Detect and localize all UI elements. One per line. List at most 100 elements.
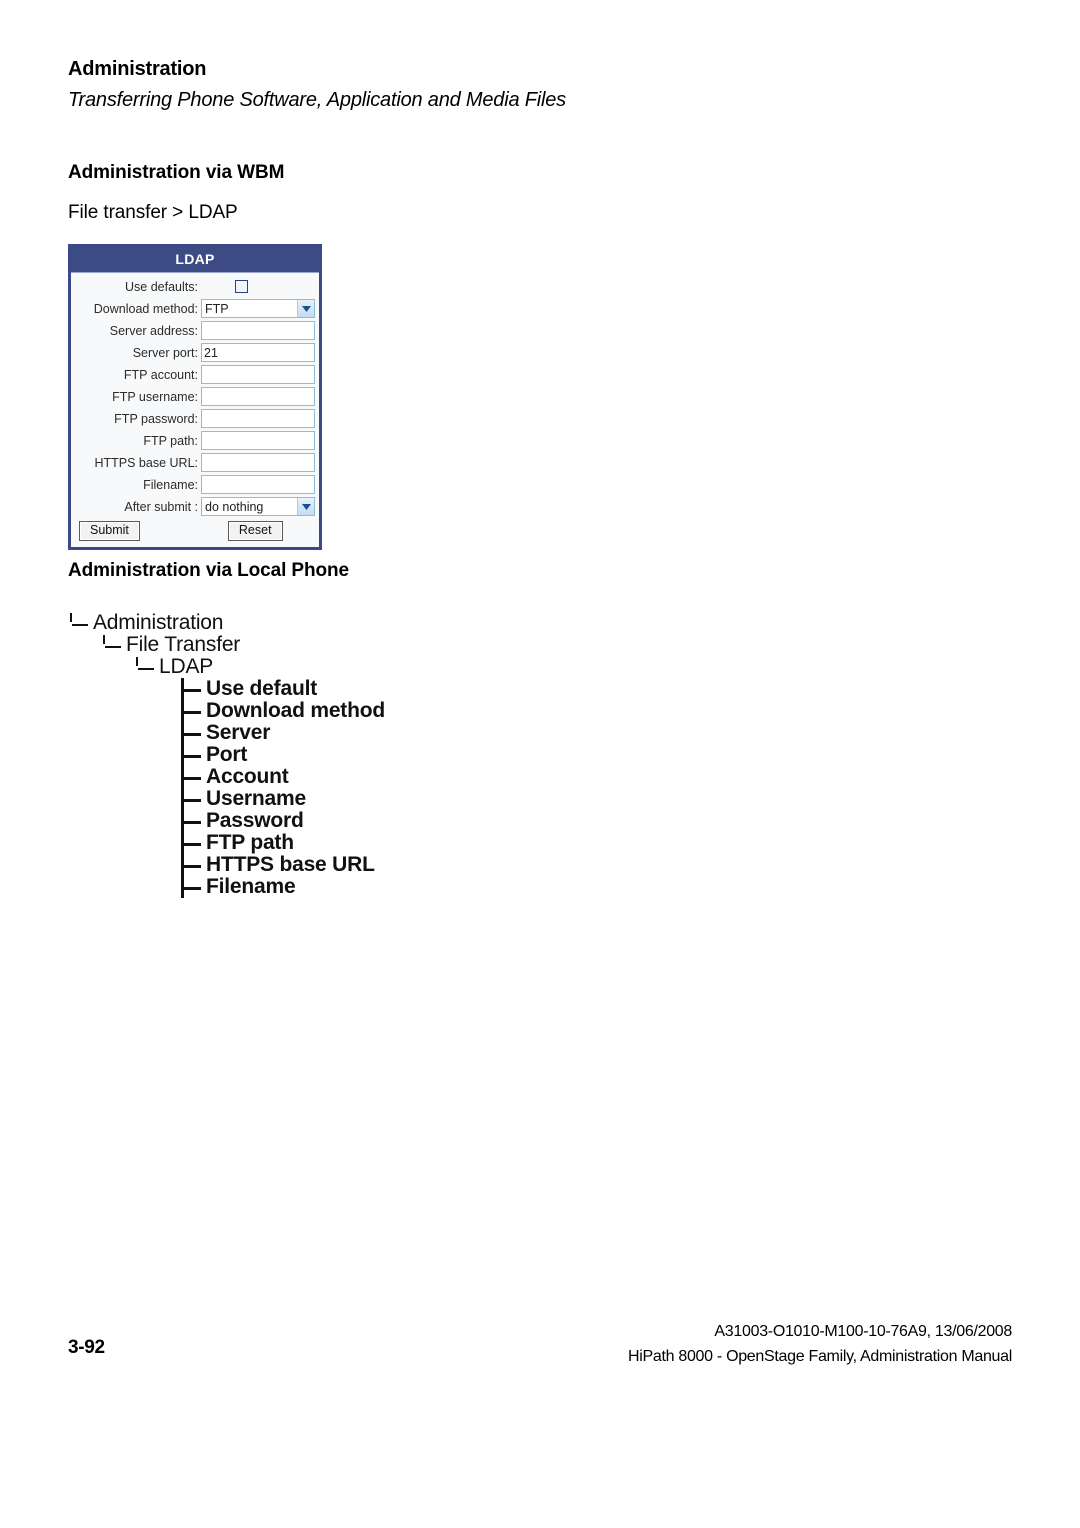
form-row: Filename: xyxy=(75,474,315,495)
local-phone-menu-tree: Administration File Transfer LDAP Use defau… xyxy=(70,612,385,898)
field-control: do nothing xyxy=(201,497,315,516)
form-row: After submit : do nothing xyxy=(75,496,315,517)
input-server-address[interactable] xyxy=(201,321,315,340)
tree-item-label: Use default xyxy=(206,677,317,700)
select-value: do nothing xyxy=(205,499,264,514)
tree-item-label: Server xyxy=(206,721,271,744)
tree-item[interactable]: LDAP xyxy=(70,656,385,678)
tree-dash xyxy=(184,689,201,692)
reset-button[interactable]: Reset xyxy=(227,521,283,541)
submit-button[interactable]: Submit xyxy=(79,521,140,541)
tree-connector xyxy=(103,635,105,644)
field-control xyxy=(201,343,315,362)
field-label: Filename: xyxy=(143,477,198,492)
field-label: FTP path: xyxy=(143,433,198,448)
input-https-base-url[interactable] xyxy=(201,453,315,472)
tree-dash xyxy=(184,711,201,714)
field-control xyxy=(201,453,315,472)
tree-dash xyxy=(184,843,201,846)
select-after-submit[interactable]: do nothing xyxy=(201,497,315,516)
field-control xyxy=(201,475,315,494)
tree-dash xyxy=(184,733,201,736)
tree-dash xyxy=(184,821,201,824)
form-row: FTP username: xyxy=(75,386,315,407)
chevron-down-icon[interactable] xyxy=(297,300,314,317)
footer-metadata: A31003-O1010-M100-10-76A9, 13/06/2008 Hi… xyxy=(628,1319,1012,1369)
field-label: After submit : xyxy=(124,499,198,514)
tree-item-label: File Transfer xyxy=(126,633,241,656)
tree-item[interactable]: HTTPS base URL xyxy=(70,854,385,876)
tree-item[interactable]: File Transfer xyxy=(70,634,385,656)
input-ftp-path[interactable] xyxy=(201,431,315,450)
field-label: FTP username: xyxy=(112,389,198,404)
tree-item[interactable]: Account xyxy=(70,766,385,788)
tree-connector xyxy=(70,613,72,622)
heading-administration-via-wbm: Administration via WBM xyxy=(68,162,285,183)
tree-item-label: LDAP xyxy=(159,655,214,678)
page-number: 3-92 xyxy=(68,1337,105,1358)
field-control xyxy=(201,365,315,384)
tree-connector xyxy=(136,657,138,666)
tree-item[interactable]: Administration xyxy=(70,612,385,634)
tree-dash xyxy=(184,799,201,802)
ldap-form-buttons: Submit Reset xyxy=(75,519,315,543)
tree-item[interactable]: Filename xyxy=(70,876,385,898)
tree-item[interactable]: Username xyxy=(70,788,385,810)
ldap-form-title: LDAP xyxy=(71,247,319,273)
form-row: FTP account: xyxy=(75,364,315,385)
tree-item-label: Filename xyxy=(206,875,296,898)
page-header: Administration Transferring Phone Softwa… xyxy=(68,56,1008,114)
tree-dash xyxy=(138,668,154,670)
use-defaults-checkbox[interactable] xyxy=(234,280,248,293)
tree-dash xyxy=(184,777,201,780)
field-control: FTP xyxy=(201,299,315,318)
input-ftp-password[interactable] xyxy=(201,409,315,428)
input-ftp-username[interactable] xyxy=(201,387,315,406)
tree-item-label: Download method xyxy=(206,699,385,722)
tree-dash xyxy=(72,624,88,626)
tree-item[interactable]: Password xyxy=(70,810,385,832)
tree-dash xyxy=(105,646,121,648)
tree-item-label: Username xyxy=(206,787,306,810)
input-filename[interactable] xyxy=(201,475,315,494)
footer-doc-title: HiPath 8000 - OpenStage Family, Administ… xyxy=(627,1348,1012,1365)
footer-doc-id: A31003-O1010-M100-10-76A9, 13/06/2008 xyxy=(714,1323,1012,1340)
tree-item[interactable]: Server xyxy=(70,722,385,744)
field-control xyxy=(201,387,315,406)
tree-item[interactable]: Use default xyxy=(70,678,385,700)
field-label: HTTPS base URL: xyxy=(94,455,198,470)
select-download-method[interactable]: FTP xyxy=(201,299,315,318)
field-control xyxy=(201,431,315,450)
tree-item-label: Port xyxy=(206,743,248,766)
form-row: Use defaults: xyxy=(75,276,315,297)
tree-item-label: Account xyxy=(206,765,289,788)
tree-item[interactable]: Download method xyxy=(70,700,385,722)
form-row: FTP password: xyxy=(75,408,315,429)
field-label: Download method: xyxy=(93,301,198,316)
page-subtitle: Transferring Phone Software, Application… xyxy=(68,89,566,111)
form-row: FTP path: xyxy=(75,430,315,451)
page-title: Administration xyxy=(68,58,207,80)
breadcrumb: File transfer > LDAP xyxy=(68,202,238,223)
field-label: FTP password: xyxy=(114,411,198,426)
field-label: FTP account: xyxy=(123,367,198,382)
field-label: Server address: xyxy=(109,323,198,338)
tree-dash xyxy=(184,865,201,868)
ldap-form-body: Use defaults: Download method: FTP Server a… xyxy=(71,273,319,547)
form-row: Server port: xyxy=(75,342,315,363)
tree-dash xyxy=(184,887,201,890)
tree-item-label: FTP path xyxy=(206,831,294,854)
input-server-port[interactable] xyxy=(201,343,315,362)
tree-item-label: Administration xyxy=(93,611,224,634)
heading-administration-via-local-phone: Administration via Local Phone xyxy=(68,560,349,581)
tree-item[interactable]: Port xyxy=(70,744,385,766)
form-row: Download method: FTP xyxy=(75,298,315,319)
form-row: HTTPS base URL: xyxy=(75,452,315,473)
chevron-down-icon[interactable] xyxy=(297,498,314,515)
field-label: Server port: xyxy=(132,345,198,360)
tree-item[interactable]: FTP path xyxy=(70,832,385,854)
field-control xyxy=(201,409,315,428)
form-row: Server address: xyxy=(75,320,315,341)
input-ftp-account[interactable] xyxy=(201,365,315,384)
field-control xyxy=(201,321,315,340)
